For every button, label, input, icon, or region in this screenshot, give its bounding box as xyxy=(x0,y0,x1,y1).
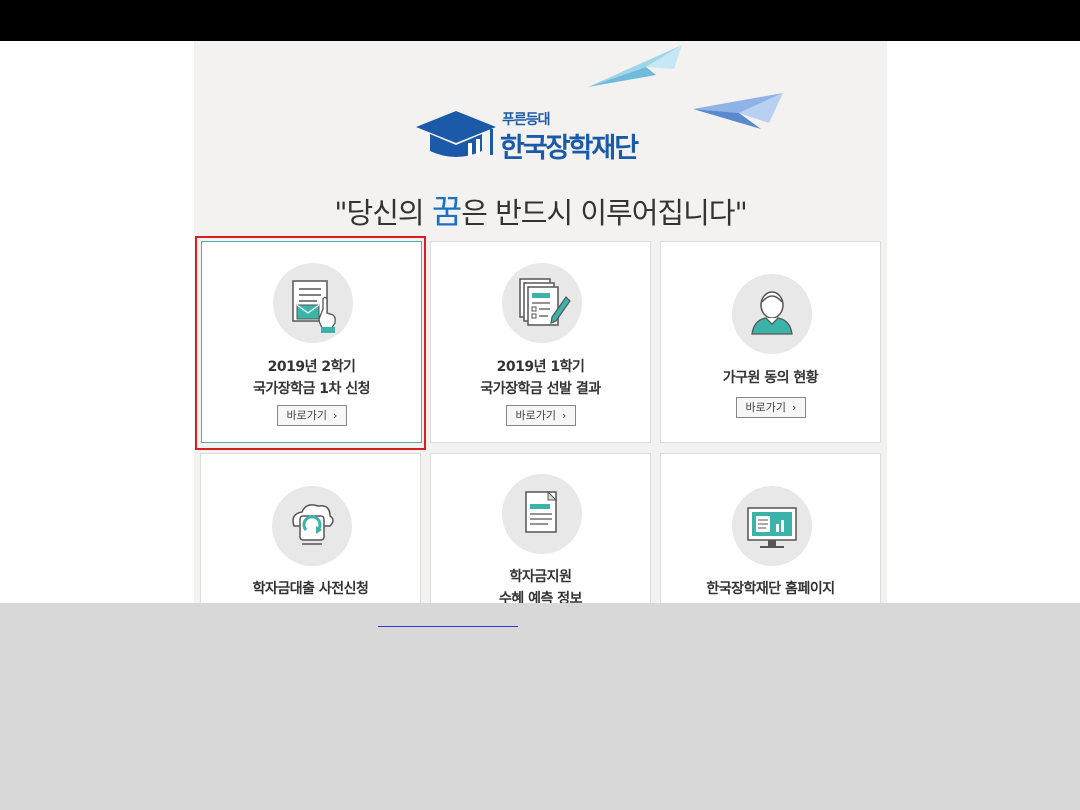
cloud-phone-sync-icon xyxy=(272,486,352,566)
paper-airplane-icon xyxy=(588,45,682,87)
card-homepage[interactable]: 한국장학재단 홈페이지 xyxy=(660,453,881,603)
slogan-suffix: 은 반드시 이루어집니다" xyxy=(461,196,748,230)
paper-airplane-icon xyxy=(693,93,783,129)
card-household-consent[interactable]: 가구원 동의 현황 바로가기 › xyxy=(660,241,881,443)
card-title-line1: 학자금대출 사전신청 xyxy=(252,581,369,597)
highlight-box xyxy=(195,236,426,450)
card-title-line1: 한국장학재단 홈페이지 xyxy=(706,581,835,597)
shortcut-button[interactable]: 바로가기 › xyxy=(736,397,806,418)
hyperlink-underline[interactable] xyxy=(378,626,518,627)
kosaf-logo[interactable]: 푸른등대 한국장학재단 xyxy=(416,107,656,167)
card-aid-forecast[interactable]: 학자금지원 수혜 예측 정보 xyxy=(430,453,651,603)
shortcut-label: 바로가기 xyxy=(745,401,787,414)
top-black-bar xyxy=(0,0,1080,41)
monitor-chart-icon xyxy=(732,486,812,566)
card-title-line2: 국가장학금 선발 결과 xyxy=(480,381,601,397)
person-icon xyxy=(732,274,812,354)
chevron-right-icon: › xyxy=(562,409,567,422)
document-list-icon xyxy=(502,474,582,554)
slogan-prefix: "당신의 xyxy=(334,196,432,230)
documents-pencil-icon xyxy=(502,263,582,343)
card-title-line2: 수혜 예측 정보 xyxy=(498,591,583,603)
logo-name: 한국장학재단 xyxy=(500,133,639,164)
card-title-line1: 가구원 동의 현황 xyxy=(722,370,819,386)
card-title-line1: 학자금지원 xyxy=(509,569,572,585)
chevron-right-icon: › xyxy=(792,401,797,414)
gray-background-area xyxy=(0,603,1080,810)
graduation-cap-icon xyxy=(416,111,496,157)
slogan: "당신의 꿈은 반드시 이루어집니다" xyxy=(194,185,887,233)
card-scholarship-result[interactable]: 2019년 1학기 국가장학금 선발 결과 바로가기 › xyxy=(430,241,651,443)
slogan-highlight: 꿈 xyxy=(431,192,462,231)
card-title-line1: 2019년 1학기 xyxy=(496,359,585,375)
shortcut-label: 바로가기 xyxy=(515,409,557,422)
card-loan-preapply[interactable]: 학자금대출 사전신청 xyxy=(200,453,421,603)
shortcut-button[interactable]: 바로가기 › xyxy=(506,405,576,426)
